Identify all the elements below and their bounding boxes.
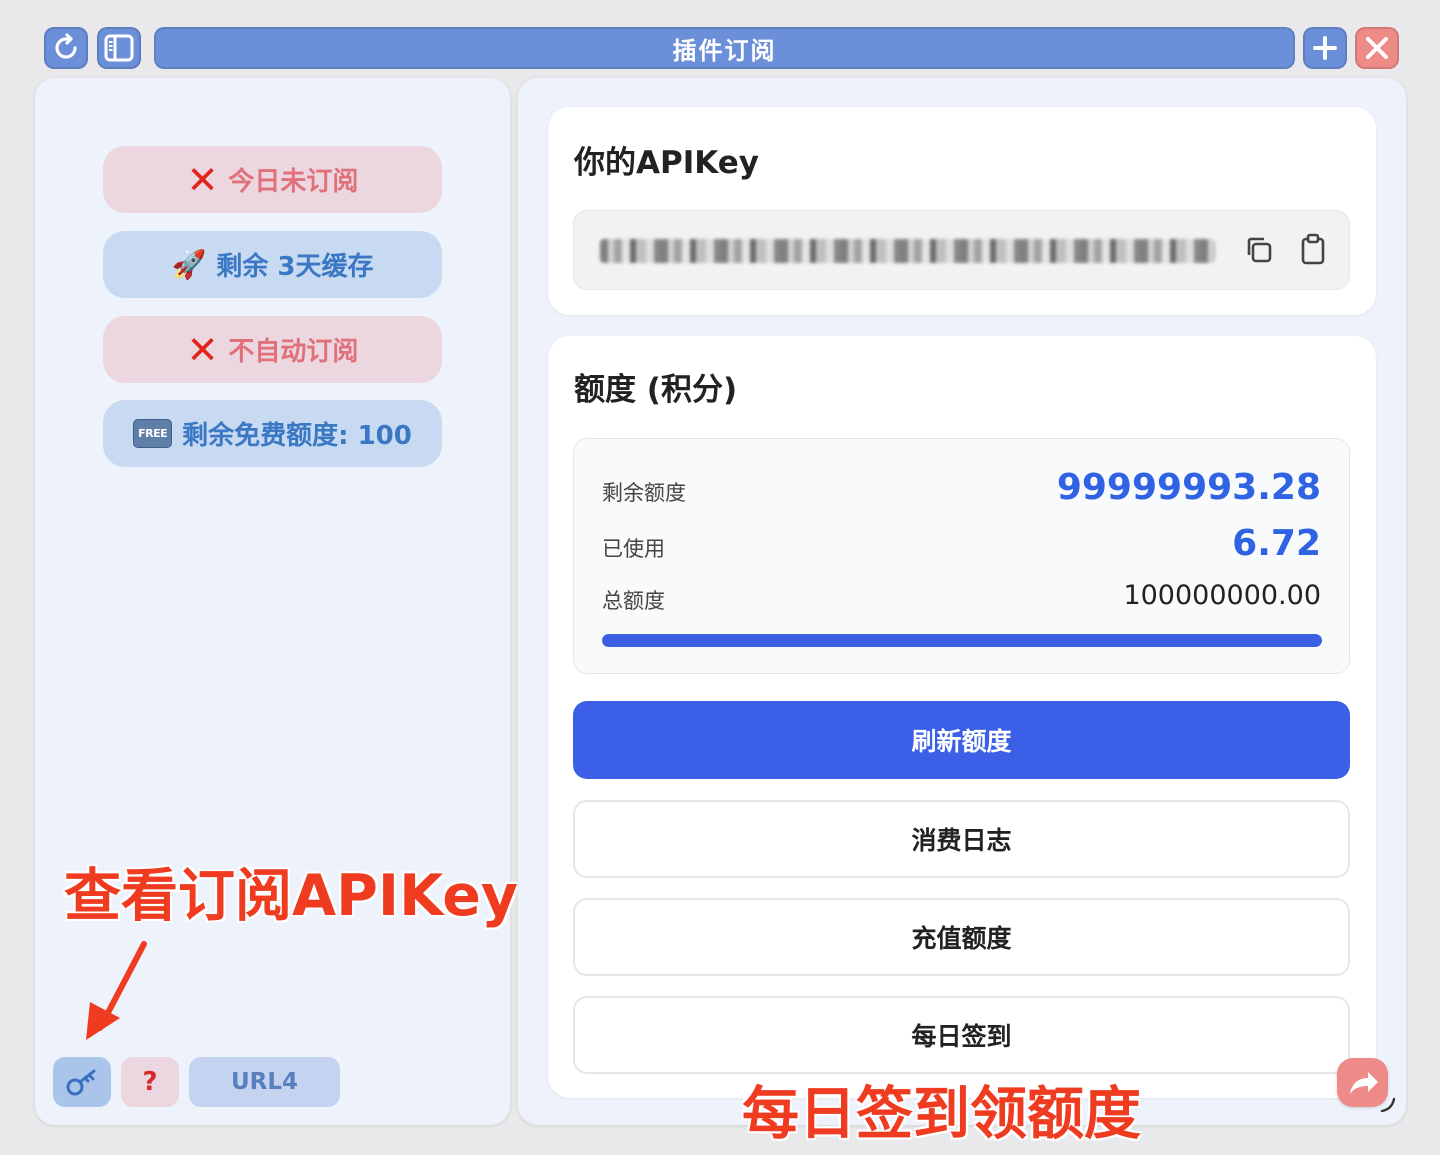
total-value: 100000000.00 <box>1123 580 1321 611</box>
quota-progress-bar <box>602 634 1322 647</box>
total-label: 总额度 <box>602 589 665 613</box>
used-label: 已使用 <box>602 537 665 561</box>
pill-label: 不自动订阅 <box>228 337 359 367</box>
free-badge-icon: FREE <box>133 419 173 448</box>
api-key-value-redacted <box>600 239 1215 263</box>
resize-handle-icon[interactable] <box>1378 1095 1398 1115</box>
subscription-status-pill[interactable]: ✕ 今日未订阅 <box>103 146 442 213</box>
help-label: ? <box>142 1067 158 1097</box>
api-key-title: 你的APIKey <box>574 145 759 181</box>
clipboard-icon[interactable] <box>1298 233 1328 265</box>
window-title[interactable]: 插件订阅 <box>154 27 1295 69</box>
pill-label: 剩余 3天缓存 <box>216 252 374 282</box>
api-key-field[interactable] <box>573 210 1350 290</box>
pill-label: 今日未订阅 <box>228 167 359 197</box>
pill-label: 剩余免费额度: 100 <box>182 421 412 451</box>
refresh-window-button[interactable] <box>44 27 88 69</box>
close-icon <box>1366 37 1388 59</box>
url4-label: URL4 <box>230 1069 299 1095</box>
cross-mark-icon: ✕ <box>186 157 219 202</box>
daily-checkin-button[interactable]: 每日签到 <box>573 996 1350 1074</box>
toggle-sidebar-button[interactable] <box>97 27 141 69</box>
share-arrow-icon <box>1349 1071 1378 1094</box>
key-icon <box>66 1069 96 1096</box>
free-quota-pill[interactable]: FREE 剩余免费额度: 100 <box>103 400 442 467</box>
quota-title: 额度 (积分) <box>574 372 738 408</box>
auto-subscribe-pill[interactable]: ✕ 不自动订阅 <box>103 316 442 383</box>
rocket-icon: 🚀 <box>171 248 207 281</box>
cache-days-pill[interactable]: 🚀 剩余 3天缓存 <box>103 231 442 298</box>
used-value: 6.72 <box>1232 523 1321 564</box>
api-key-button[interactable] <box>53 1057 111 1107</box>
api-key-card: 你的APIKey <box>548 107 1376 315</box>
quota-card: 额度 (积分) 剩余额度 99999993.28 已使用 6.72 总额度 10… <box>548 336 1376 1098</box>
refresh-icon <box>55 33 77 59</box>
annotation-daily-checkin: 每日签到领额度 <box>742 1081 1141 1147</box>
copy-icon[interactable] <box>1244 235 1274 265</box>
help-button[interactable]: ? <box>121 1057 179 1107</box>
plus-icon <box>1313 36 1337 60</box>
consumption-log-button[interactable]: 消费日志 <box>573 800 1350 878</box>
quota-summary: 剩余额度 99999993.28 已使用 6.72 总额度 100000000.… <box>573 438 1350 674</box>
add-button[interactable] <box>1303 27 1347 69</box>
close-button[interactable] <box>1355 27 1399 69</box>
refresh-quota-button[interactable]: 刷新额度 <box>573 701 1350 779</box>
remaining-label: 剩余额度 <box>602 481 686 505</box>
url4-button[interactable]: URL4 <box>189 1057 340 1107</box>
annotation-view-api-key: 查看订阅APIKey <box>64 863 519 929</box>
cross-mark-icon: ✕ <box>186 327 219 372</box>
recharge-quota-button[interactable]: 充值额度 <box>573 898 1350 976</box>
remaining-value: 99999993.28 <box>1056 467 1321 508</box>
sidebar-icon <box>104 34 134 62</box>
arrow-annotation-icon <box>86 941 147 1040</box>
quota-progress-fill <box>602 634 1322 647</box>
